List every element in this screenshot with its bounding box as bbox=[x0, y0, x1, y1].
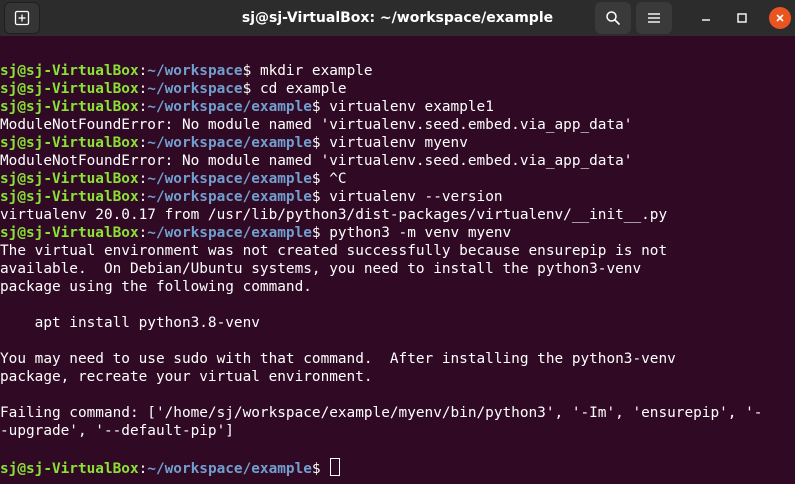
prompt-user: sj@sj-VirtualBox bbox=[0, 171, 139, 187]
prompt-symbol: $ bbox=[311, 461, 330, 476]
command-text: mkdir example bbox=[259, 63, 373, 79]
text-cursor bbox=[330, 458, 341, 476]
search-icon bbox=[606, 11, 620, 25]
search-button[interactable] bbox=[595, 2, 631, 34]
close-button[interactable] bbox=[769, 7, 791, 29]
prompt-separator: : bbox=[138, 81, 148, 97]
prompt-user: sj@sj-VirtualBox bbox=[0, 225, 139, 241]
prompt-path: ~/workspace/example bbox=[147, 99, 312, 115]
hamburger-menu-icon bbox=[648, 13, 660, 23]
command-text: virtualenv example1 bbox=[329, 99, 494, 115]
prompt-path: ~/workspace bbox=[147, 63, 243, 79]
prompt-separator: : bbox=[138, 171, 148, 187]
prompt-line: sj@sj-VirtualBox:~/workspace/example$ bbox=[0, 458, 795, 476]
terminal-window: sj@sj-VirtualBox: ~/workspace/example sj… bbox=[0, 0, 795, 484]
prompt-symbol: $ bbox=[311, 135, 330, 151]
prompt-symbol: $ bbox=[242, 63, 260, 79]
prompt-line: sj@sj-VirtualBox:~/workspace/example$ vi… bbox=[0, 134, 795, 152]
prompt-line: sj@sj-VirtualBox:~/workspace/example$ vi… bbox=[0, 98, 795, 116]
prompt-line: sj@sj-VirtualBox:~/workspace/example$ vi… bbox=[0, 188, 795, 206]
minimize-button[interactable] bbox=[695, 7, 717, 29]
terminal-output[interactable]: sj@sj-VirtualBox:~/workspace$ mkdir exam… bbox=[0, 62, 795, 476]
prompt-user: sj@sj-VirtualBox bbox=[0, 189, 139, 205]
output-line: You may need to use sudo with that comma… bbox=[0, 351, 676, 367]
window-title: sj@sj-VirtualBox: ~/workspace/example bbox=[241, 10, 554, 26]
maximize-icon bbox=[737, 13, 747, 23]
minimize-icon bbox=[702, 19, 710, 21]
prompt-separator: : bbox=[138, 189, 148, 205]
output-line: virtualenv 20.0.17 from /usr/lib/python3… bbox=[0, 207, 668, 223]
output-line: package, recreate your virtual environme… bbox=[0, 369, 373, 385]
new-tab-icon bbox=[14, 10, 30, 26]
menu-button[interactable] bbox=[636, 2, 672, 34]
prompt-symbol: $ bbox=[311, 225, 330, 241]
prompt-symbol: $ bbox=[242, 81, 260, 97]
maximize-button[interactable] bbox=[731, 7, 753, 29]
prompt-user: sj@sj-VirtualBox bbox=[0, 99, 139, 115]
prompt-path: ~/workspace/example bbox=[147, 135, 312, 151]
prompt-user: sj@sj-VirtualBox bbox=[0, 63, 139, 79]
prompt-user: sj@sj-VirtualBox bbox=[0, 81, 139, 97]
command-text: cd example bbox=[259, 81, 347, 97]
prompt-line: sj@sj-VirtualBox:~/workspace$ cd example bbox=[0, 80, 795, 98]
prompt-path: ~/workspace/example bbox=[147, 225, 312, 241]
prompt-user: sj@sj-VirtualBox bbox=[0, 461, 139, 476]
output-line: package using the following command. bbox=[0, 279, 312, 295]
command-text: python3 -m venv myenv bbox=[329, 225, 512, 241]
prompt-line: sj@sj-VirtualBox:~/workspace/example$ ^C bbox=[0, 170, 795, 188]
command-text: virtualenv myenv bbox=[329, 135, 468, 151]
prompt-symbol: $ bbox=[311, 99, 330, 115]
output-line: -upgrade', '--default-pip'] bbox=[0, 423, 234, 439]
prompt-path: ~/workspace/example bbox=[147, 171, 312, 187]
prompt-separator: : bbox=[138, 63, 148, 79]
new-tab-button[interactable] bbox=[4, 2, 40, 34]
prompt-separator: : bbox=[138, 225, 148, 241]
prompt-user: sj@sj-VirtualBox bbox=[0, 135, 139, 151]
output-line: apt install python3.8-venv bbox=[0, 315, 260, 331]
prompt-line: sj@sj-VirtualBox:~/workspace/example$ py… bbox=[0, 224, 795, 242]
title-bar: sj@sj-VirtualBox: ~/workspace/example bbox=[0, 0, 795, 36]
prompt-separator: : bbox=[138, 461, 148, 476]
close-icon bbox=[776, 14, 784, 22]
command-text: virtualenv --version bbox=[329, 189, 503, 205]
prompt-line: sj@sj-VirtualBox:~/workspace$ mkdir exam… bbox=[0, 62, 795, 80]
prompt-path: ~/workspace/example bbox=[147, 461, 312, 476]
output-line: ModuleNotFoundError: No module named 'vi… bbox=[0, 117, 633, 133]
prompt-separator: : bbox=[138, 99, 148, 115]
command-text: ^C bbox=[329, 171, 347, 187]
output-line: Failing command: ['/home/sj/workspace/ex… bbox=[0, 405, 763, 421]
output-line: available. On Debian/Ubuntu systems, you… bbox=[0, 261, 642, 277]
prompt-path: ~/workspace bbox=[147, 81, 243, 97]
prompt-symbol: $ bbox=[311, 171, 330, 187]
prompt-separator: : bbox=[138, 135, 148, 151]
prompt-path: ~/workspace/example bbox=[147, 189, 312, 205]
prompt-symbol: $ bbox=[311, 189, 330, 205]
output-line: The virtual environment was not created … bbox=[0, 243, 668, 259]
output-line: ModuleNotFoundError: No module named 'vi… bbox=[0, 153, 633, 169]
